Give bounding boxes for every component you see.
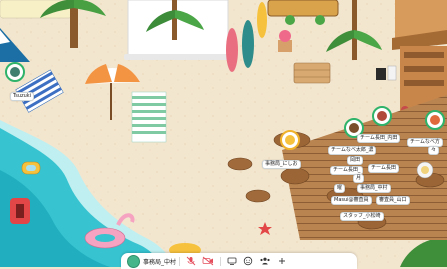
- toolbar-divider: [220, 256, 222, 266]
- player-tag-p1: チーム長田_内田: [357, 134, 401, 143]
- presentation-screen: [127, 0, 229, 57]
- snorkel-mask: [21, 161, 41, 175]
- player-tag-p14: 々: [428, 146, 440, 155]
- toolbar-divider: [179, 256, 181, 266]
- flower-pot: [278, 30, 292, 52]
- beach-mat-green: [131, 91, 167, 143]
- player-avatar-tsuzuki[interactable]: [5, 62, 25, 82]
- avatar-face: [10, 67, 20, 77]
- participants-icon[interactable]: [259, 255, 271, 267]
- beach-sign: [267, 0, 339, 17]
- avatar-face: [285, 135, 295, 145]
- player-tag-p9: 曜: [334, 184, 346, 193]
- current-user[interactable]: 事務局_中村: [121, 254, 177, 268]
- player-tag-p13: スタッフ_小松崎: [340, 212, 384, 221]
- player-tag-p11: Masui@審査員: [331, 196, 372, 205]
- player-avatar-p3[interactable]: [425, 110, 445, 130]
- player-tag-p5: 岡田: [347, 156, 364, 165]
- avatar-face: [349, 123, 359, 133]
- player-tag-p10: 事務局_中村: [357, 184, 391, 193]
- player-tag-p12: 審査員_山口: [376, 196, 410, 205]
- player-tag-tsuzuki: Tsuzuki: [10, 92, 35, 101]
- screen-share-icon[interactable]: [227, 255, 237, 267]
- emoji-icon[interactable]: [243, 255, 253, 267]
- avatar-face: [430, 115, 440, 125]
- surfboard-pink: [226, 28, 238, 72]
- player-tag-p4: 事務局_にしお: [262, 160, 301, 169]
- player-tag-p6: チーム長田: [368, 164, 399, 173]
- current-user-name: 事務局_中村: [143, 258, 177, 266]
- bench: [293, 62, 331, 84]
- surfboard-teal: [242, 20, 254, 68]
- player-tag-p8: 月: [353, 174, 365, 183]
- player-avatar-p1[interactable]: [372, 106, 392, 126]
- avatar-face: [377, 111, 387, 121]
- mic-muted-icon[interactable]: [186, 255, 196, 267]
- player-avatar-p4[interactable]: [280, 130, 300, 150]
- player-tag-p2: チームなべ太郎_濃: [328, 146, 377, 155]
- add-icon[interactable]: [277, 255, 287, 267]
- life-jacket: [10, 198, 30, 224]
- current-user-avatar: [127, 254, 140, 268]
- camera-muted-icon[interactable]: [202, 255, 214, 267]
